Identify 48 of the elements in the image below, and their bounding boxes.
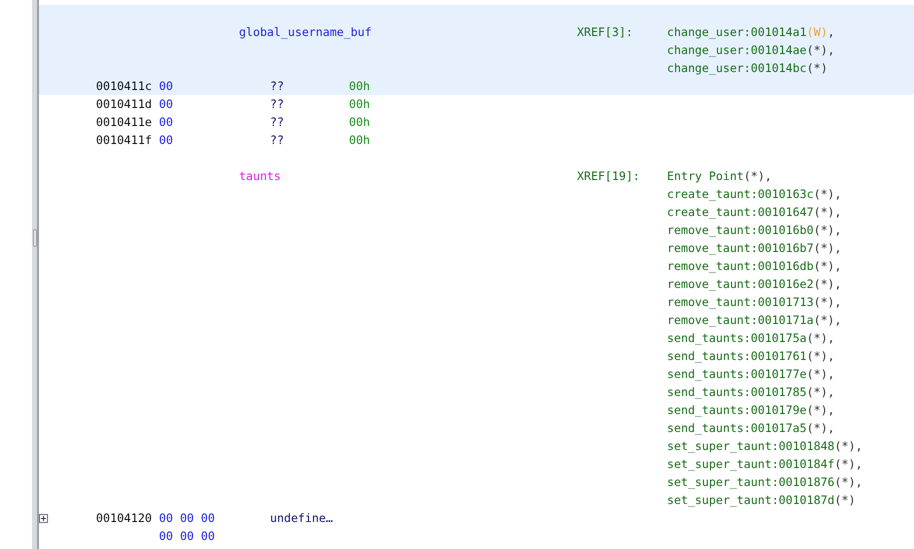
mnemonic-text: ?? <box>270 132 285 149</box>
address-text[interactable]: 00104120 <box>96 509 159 527</box>
xref-entry[interactable]: send_taunts:0010179e(*), <box>667 401 835 419</box>
address-text[interactable]: 0010411d <box>96 95 159 113</box>
xref-entry[interactable]: set_super_taunt:00101876(*), <box>667 473 862 491</box>
xref-entry[interactable]: create_taunt:00101647(*), <box>667 203 842 221</box>
address-text[interactable]: 0010411e <box>96 113 159 131</box>
xref-entry[interactable]: Entry Point(*), <box>667 167 772 185</box>
xref-entry[interactable]: send_taunts:00101785(*), <box>667 383 835 401</box>
byte-values: 00 <box>159 132 173 149</box>
xref-entry[interactable]: change_user:001014a1(W), <box>667 23 835 41</box>
mnemonic-text: ?? <box>270 96 285 113</box>
xref-entry[interactable]: send_taunts:0010177e(*), <box>667 365 835 383</box>
byte-values: 00 <box>159 114 173 131</box>
xref-entry[interactable]: change_user:001014bc(*) <box>667 59 828 77</box>
xref-entry[interactable]: set_super_taunt:0010184f(*), <box>667 455 862 473</box>
label-name[interactable]: global_username_buf <box>239 23 577 41</box>
byte-values: 00 00 00 <box>159 510 215 527</box>
byte-values: 00 <box>159 78 173 95</box>
xref-entry[interactable]: remove_taunt:001016b7(*), <box>667 239 842 257</box>
operand-text: 00h <box>349 132 370 149</box>
expand-icon[interactable] <box>39 514 48 522</box>
xref-header: XREF[3]: <box>577 24 634 41</box>
mnemonic-text: ?? <box>270 114 285 131</box>
mnemonic-text: undefine… <box>270 510 334 527</box>
xref-entry[interactable]: set_super_taunt:00101848(*), <box>667 437 862 455</box>
byte-values: 00 00 00 <box>159 528 215 545</box>
xref-entry[interactable]: set_super_taunt:0010187d(*) <box>667 491 856 509</box>
xref-entry[interactable]: remove_taunt:001016b0(*), <box>667 221 842 239</box>
byte-values: 00 <box>159 96 173 113</box>
xref-entry[interactable]: send_taunts:00101761(*), <box>667 347 835 365</box>
xref-entry[interactable]: remove_taunt:001016db(*), <box>667 257 842 275</box>
xref-entry[interactable]: send_taunts:0010175a(*), <box>667 329 835 347</box>
xref-entry[interactable]: remove_taunt:00101713(*), <box>667 293 842 311</box>
xref-entry[interactable]: create_taunt:0010163c(*), <box>667 185 842 203</box>
operand-text: 00h <box>349 96 370 113</box>
xref-entry[interactable]: send_taunts:001017a5(*), <box>667 419 835 437</box>
label-name[interactable]: taunts <box>239 167 577 185</box>
grip-handle-icon[interactable] <box>33 229 37 247</box>
xref-entry[interactable]: remove_taunt:001016e2(*), <box>667 275 842 293</box>
operand-text: 00h <box>349 78 370 95</box>
address-text[interactable]: 0010411c <box>96 77 159 95</box>
xref-entry[interactable]: change_user:001014ae(*), <box>667 41 835 59</box>
address-text[interactable]: 0010411f <box>96 131 159 149</box>
xref-header: XREF[19]: <box>577 168 641 185</box>
mnemonic-text: ?? <box>270 78 285 95</box>
xref-entry[interactable]: remove_taunt:0010171a(*), <box>667 311 842 329</box>
operand-text: 00h <box>349 114 370 131</box>
